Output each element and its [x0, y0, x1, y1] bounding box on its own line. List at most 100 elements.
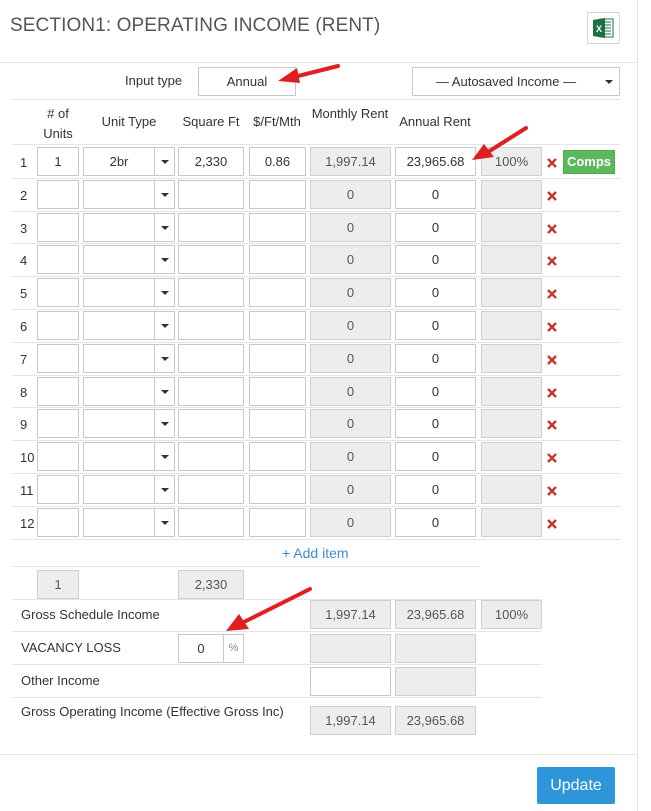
ft-mth-input[interactable]	[249, 278, 306, 307]
annual-rent-input[interactable]: 0	[395, 213, 476, 242]
unit-type-select[interactable]	[83, 409, 175, 438]
row-divider	[12, 506, 621, 507]
excel-export-icon[interactable]: X	[587, 12, 620, 44]
row-divider	[12, 178, 621, 179]
units-input[interactable]	[37, 245, 79, 274]
delete-x-icon[interactable]	[546, 255, 558, 267]
square-ft-input[interactable]	[178, 245, 244, 274]
square-ft-input[interactable]: 2,330	[178, 147, 244, 176]
unit-type-select[interactable]	[83, 311, 175, 340]
ft-mth-input[interactable]	[249, 475, 306, 504]
square-ft-input[interactable]	[178, 344, 244, 373]
annual-rent-input[interactable]: 0	[395, 409, 476, 438]
annual-rent-input[interactable]: 0	[395, 245, 476, 274]
units-input[interactable]	[37, 213, 79, 242]
autosaved-income-select[interactable]: — Autosaved Income —	[412, 67, 620, 96]
delete-x-icon[interactable]	[546, 157, 558, 169]
square-ft-input[interactable]	[178, 311, 244, 340]
units-input[interactable]	[37, 311, 79, 340]
rent-percent-value	[481, 409, 542, 438]
square-ft-input[interactable]	[178, 442, 244, 471]
annual-rent-input[interactable]: 0	[395, 377, 476, 406]
ft-mth-input[interactable]	[249, 409, 306, 438]
units-input[interactable]	[37, 377, 79, 406]
unit-type-select[interactable]	[83, 442, 175, 471]
unit-type-select[interactable]	[83, 180, 175, 209]
units-input[interactable]	[37, 278, 79, 307]
annual-rent-input[interactable]: 0	[395, 344, 476, 373]
square-ft-input[interactable]	[178, 213, 244, 242]
units-input[interactable]	[37, 475, 79, 504]
unit-type-select[interactable]	[83, 475, 175, 504]
annual-rent-input[interactable]: 23,965.68	[395, 147, 476, 176]
delete-x-icon[interactable]	[546, 518, 558, 530]
square-ft-input[interactable]	[178, 278, 244, 307]
annual-rent-input[interactable]: 0	[395, 508, 476, 537]
delete-x-icon[interactable]	[546, 321, 558, 333]
square-ft-input[interactable]	[178, 409, 244, 438]
chevron-down-icon	[154, 378, 174, 405]
units-input[interactable]: 1	[37, 147, 79, 176]
input-type-label: Input type	[125, 73, 183, 88]
unit-type-select[interactable]	[83, 213, 175, 242]
input-type-select[interactable]: Annual	[198, 67, 296, 96]
units-input[interactable]	[37, 409, 79, 438]
units-input[interactable]	[37, 180, 79, 209]
rent-percent-value: 100%	[481, 147, 542, 176]
square-ft-input[interactable]	[178, 377, 244, 406]
row-divider	[12, 407, 621, 408]
row-number: 6	[20, 319, 28, 334]
chevron-down-icon	[599, 68, 619, 95]
units-input[interactable]	[37, 344, 79, 373]
ft-mth-input[interactable]	[249, 180, 306, 209]
delete-x-icon[interactable]	[546, 387, 558, 399]
ft-mth-input[interactable]	[249, 213, 306, 242]
operating-income-panel: SECTION1: OPERATING INCOME (RENT) X Inpu…	[0, 0, 638, 811]
ft-mth-input[interactable]	[249, 311, 306, 340]
rent-percent-value	[481, 344, 542, 373]
square-ft-input[interactable]	[178, 508, 244, 537]
ft-mth-input[interactable]: 0.86	[249, 147, 306, 176]
square-ft-input[interactable]	[178, 475, 244, 504]
delete-x-icon[interactable]	[546, 190, 558, 202]
delete-x-icon[interactable]	[546, 288, 558, 300]
header-unit-type: Unit Type	[101, 114, 157, 129]
delete-x-icon[interactable]	[546, 223, 558, 235]
ft-mth-input[interactable]	[249, 344, 306, 373]
square-ft-input[interactable]	[178, 180, 244, 209]
add-item-link[interactable]: + Add item	[282, 545, 349, 561]
units-input[interactable]	[37, 508, 79, 537]
header-units: # of Units	[43, 106, 73, 141]
unit-type-select[interactable]: 2br	[83, 147, 175, 176]
row-number: 4	[20, 253, 28, 268]
unit-type-select[interactable]	[83, 377, 175, 406]
row-divider	[12, 243, 621, 244]
annual-rent-input[interactable]: 0	[395, 180, 476, 209]
ft-mth-input[interactable]	[249, 442, 306, 471]
unit-type-select[interactable]	[83, 245, 175, 274]
update-button[interactable]: Update	[537, 767, 615, 804]
unit-type-select[interactable]	[83, 344, 175, 373]
monthly-rent-value: 0	[310, 278, 391, 307]
delete-x-icon[interactable]	[546, 485, 558, 497]
unit-type-select[interactable]	[83, 508, 175, 537]
unit-type-select[interactable]	[83, 278, 175, 307]
comps-button[interactable]: Comps	[563, 150, 615, 174]
annual-rent-input[interactable]: 0	[395, 442, 476, 471]
annual-rent-input[interactable]: 0	[395, 278, 476, 307]
delete-x-icon[interactable]	[546, 452, 558, 464]
annual-rent-input[interactable]: 0	[395, 475, 476, 504]
other-income-input[interactable]	[310, 667, 391, 696]
annual-rent-input[interactable]: 0	[395, 311, 476, 340]
row-divider	[12, 309, 621, 310]
delete-x-icon[interactable]	[546, 419, 558, 431]
units-input[interactable]	[37, 442, 79, 471]
header-annual-rent: Annual Rent	[399, 114, 471, 129]
delete-x-icon[interactable]	[546, 354, 558, 366]
ft-mth-input[interactable]	[249, 508, 306, 537]
vacancy-loss-input[interactable]: 0	[178, 634, 224, 663]
chevron-down-icon	[154, 214, 174, 241]
ft-mth-input[interactable]	[249, 377, 306, 406]
ft-mth-input[interactable]	[249, 245, 306, 274]
gross-operating-label: Gross Operating Income (Effective Gross …	[21, 704, 284, 719]
